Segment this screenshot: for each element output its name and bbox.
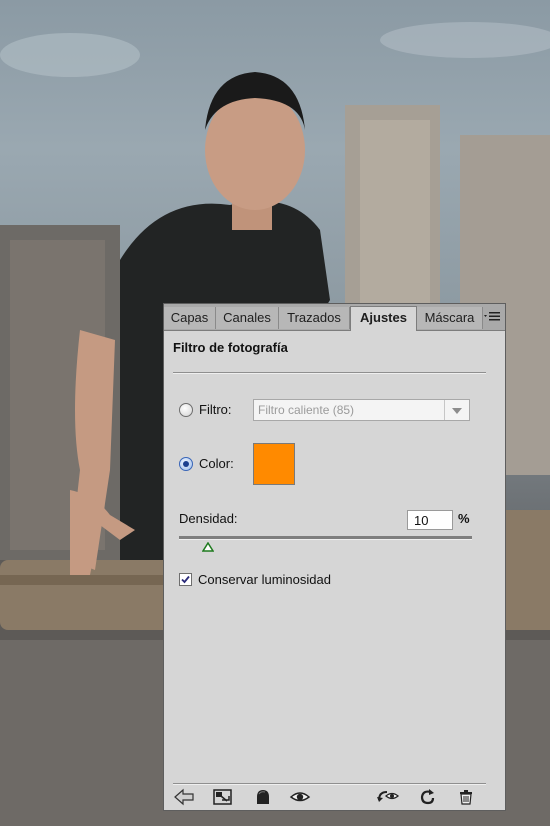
- tab-channels[interactable]: Canales: [216, 307, 279, 329]
- preserve-luminosity-checkbox[interactable]: [179, 573, 192, 586]
- adjustment-title: Filtro de fotografía: [173, 340, 288, 355]
- tab-layers[interactable]: Capas: [164, 307, 216, 329]
- density-slider-track[interactable]: [179, 536, 472, 539]
- density-unit: %: [458, 511, 470, 526]
- resize-panel-icon[interactable]: [212, 788, 232, 806]
- color-radio[interactable]: [179, 457, 193, 471]
- color-label: Color:: [199, 456, 234, 471]
- checkmark-icon: [181, 575, 190, 584]
- visibility-eye-icon[interactable]: [289, 788, 311, 806]
- chevron-down-icon[interactable]: [444, 400, 469, 420]
- filter-select[interactable]: Filtro caliente (85): [253, 399, 470, 421]
- density-slider-thumb[interactable]: [201, 539, 215, 557]
- panel-tab-bar: Capas Canales Trazados Ajustes Máscara: [164, 304, 505, 331]
- density-input[interactable]: 10: [407, 510, 453, 530]
- filter-select-value: Filtro caliente (85): [258, 403, 355, 417]
- tab-adjustments[interactable]: Ajustes: [350, 306, 417, 331]
- filter-radio[interactable]: [179, 403, 193, 417]
- tab-masks[interactable]: Máscara: [417, 307, 483, 329]
- view-previous-state-icon[interactable]: [376, 788, 400, 806]
- back-arrow-icon[interactable]: [173, 788, 194, 806]
- panel-menu-icon[interactable]: [483, 310, 501, 324]
- density-label: Densidad:: [179, 511, 238, 526]
- clip-to-layer-icon[interactable]: [253, 788, 273, 806]
- color-swatch[interactable]: [253, 443, 295, 485]
- reset-icon[interactable]: [417, 788, 437, 806]
- preserve-luminosity-label: Conservar luminosidad: [198, 572, 331, 587]
- trash-icon[interactable]: [457, 788, 477, 806]
- adjustments-panel: Capas Canales Trazados Ajustes Máscara F…: [163, 303, 506, 811]
- title-divider: [173, 372, 486, 373]
- filter-label: Filtro:: [199, 402, 232, 417]
- footer-divider: [173, 783, 486, 784]
- tab-paths[interactable]: Trazados: [279, 307, 350, 329]
